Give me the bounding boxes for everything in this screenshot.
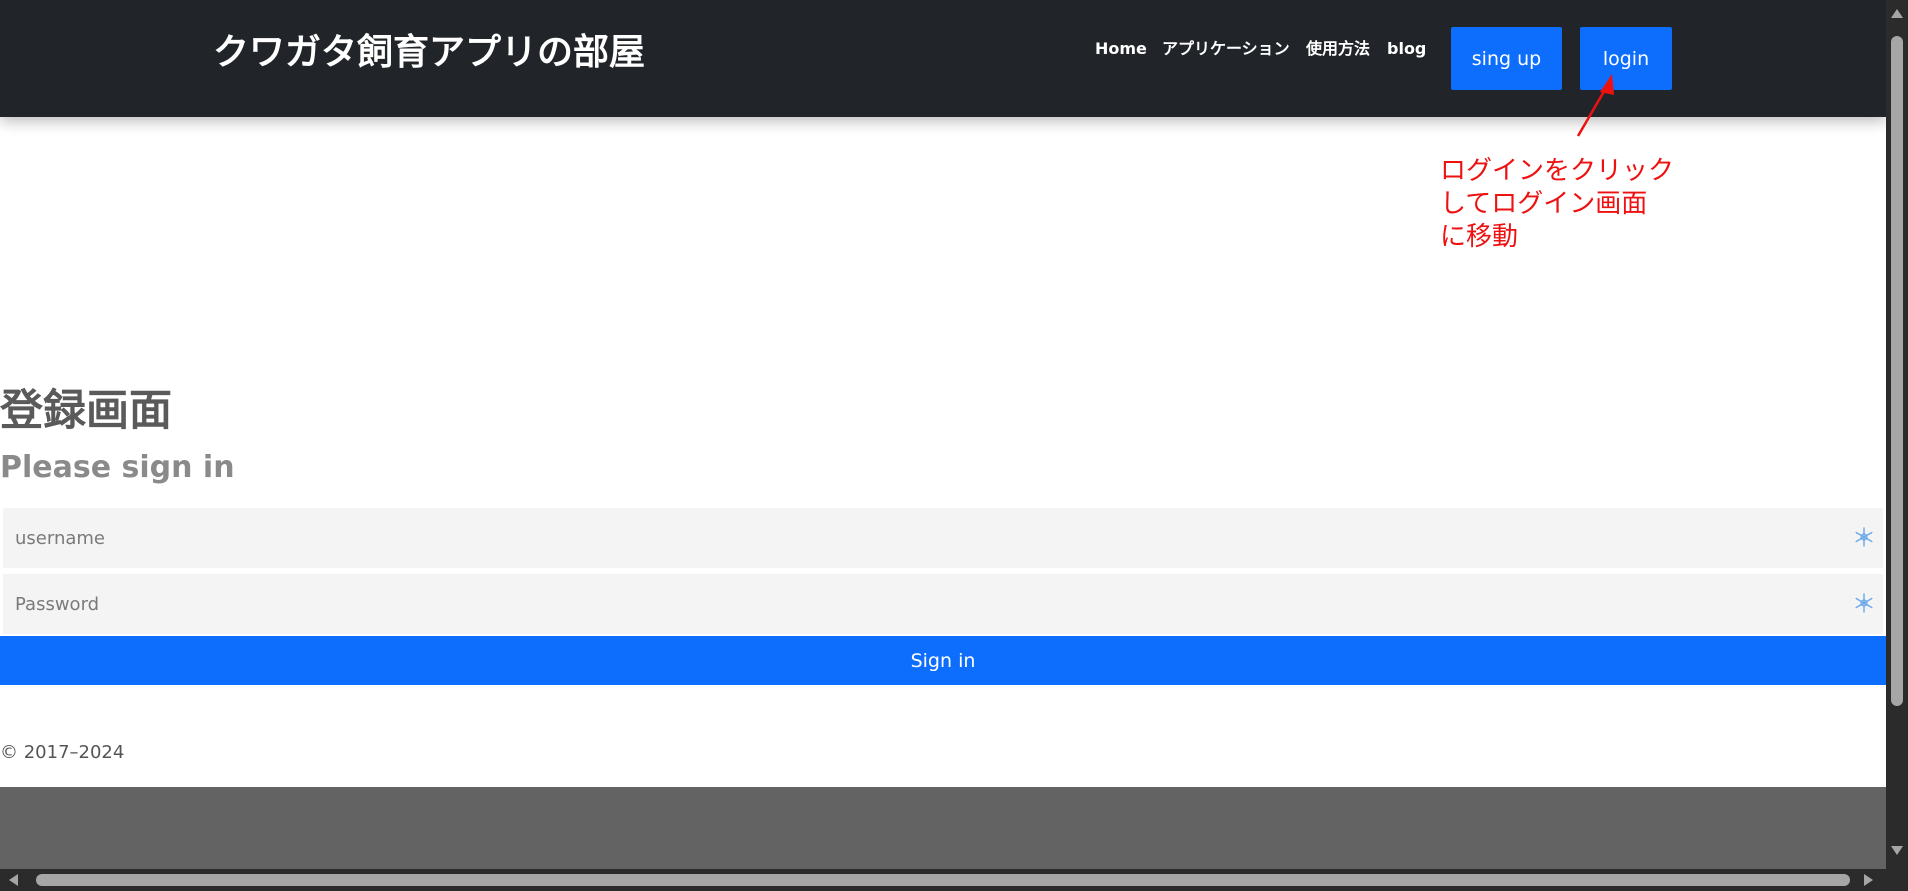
annotation-line: に移動 [1440,222,1519,252]
brand-title[interactable]: クワガタ飼育アプリの部屋 [213,27,645,79]
sign-in-button[interactable]: Sign in [0,636,1886,685]
nav-link-usage[interactable]: 使用方法 [1306,38,1370,60]
snowflake-icon[interactable] [1853,526,1875,548]
page-subtitle: Please sign in [0,450,235,485]
page-viewport: クワガタ飼育アプリの部屋 Home アプリケーション 使用方法 blog sin… [0,0,1886,869]
username-field [3,508,1883,568]
password-input[interactable] [3,574,1843,634]
snowflake-icon[interactable] [1853,592,1875,614]
annotation-arrow-icon [1576,74,1614,137]
scroll-up-icon[interactable] [1891,9,1903,18]
horizontal-scroll-thumb[interactable] [36,874,1850,886]
nav-link-home[interactable]: Home [1095,38,1147,60]
annotation-line: ログインをクリック [1440,156,1675,186]
password-field [3,574,1883,634]
username-input[interactable] [3,508,1843,568]
annotation-line: してログイン画面 [1440,189,1648,219]
signup-button[interactable]: sing up [1451,27,1562,90]
vertical-scroll-thumb[interactable] [1891,36,1903,706]
nav-link-blog[interactable]: blog [1387,38,1426,60]
nav-link-application[interactable]: アプリケーション [1162,38,1290,60]
scroll-left-icon[interactable] [9,874,18,886]
page-title: 登録画面 [0,386,172,436]
annotation-note: ログインをクリック してログイン画面 に移動 [1440,155,1674,254]
scroll-right-icon[interactable] [1864,874,1873,886]
vertical-scrollbar[interactable] [1886,0,1908,869]
horizontal-scrollbar[interactable] [0,869,1908,891]
page-bottom-area [0,787,1886,869]
scroll-down-icon[interactable] [1891,846,1903,855]
copyright-text: © 2017–2024 [0,742,125,763]
